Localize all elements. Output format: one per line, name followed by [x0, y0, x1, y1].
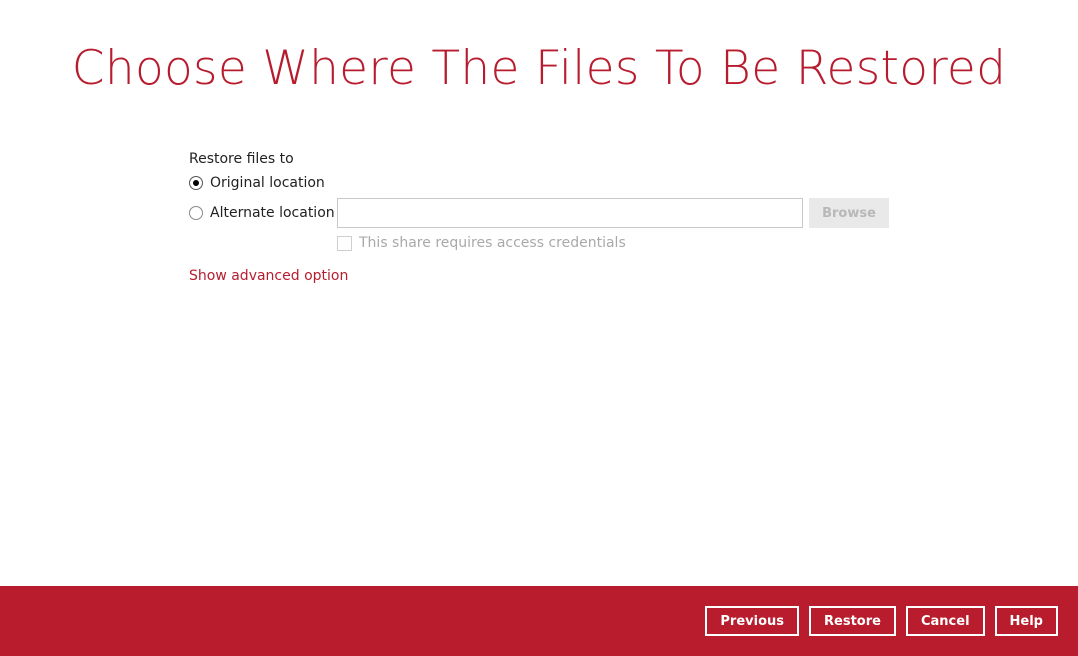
original-location-label: Original location: [210, 175, 325, 191]
alternate-location-radio[interactable]: [189, 206, 203, 220]
restore-files-to-label: Restore files to: [189, 151, 294, 167]
footer-button-group: Previous Restore Cancel Help: [705, 606, 1058, 636]
restore-location-page: Choose Where The Files To Be Restored Re…: [0, 0, 1078, 656]
footer-bar: Previous Restore Cancel Help: [0, 586, 1078, 656]
help-button[interactable]: Help: [994, 606, 1058, 636]
access-credentials-label: This share requires access credentials: [359, 235, 626, 251]
access-credentials-option[interactable]: This share requires access credentials: [337, 235, 626, 251]
original-location-option[interactable]: Original location: [189, 174, 325, 192]
alternate-location-option[interactable]: Alternate location: [189, 204, 335, 222]
cancel-button[interactable]: Cancel: [905, 606, 985, 636]
restore-button[interactable]: Restore: [809, 606, 896, 636]
alternate-location-label: Alternate location: [210, 205, 335, 221]
alternate-location-path-input[interactable]: [337, 198, 803, 228]
browse-button[interactable]: Browse: [809, 198, 889, 228]
original-location-radio[interactable]: [189, 176, 203, 190]
show-advanced-option-link[interactable]: Show advanced option: [189, 267, 348, 285]
access-credentials-checkbox[interactable]: [337, 235, 352, 251]
previous-button[interactable]: Previous: [705, 606, 800, 636]
radio-selected-dot: [193, 180, 199, 186]
page-title: Choose Where The Files To Be Restored: [71, 41, 1007, 96]
